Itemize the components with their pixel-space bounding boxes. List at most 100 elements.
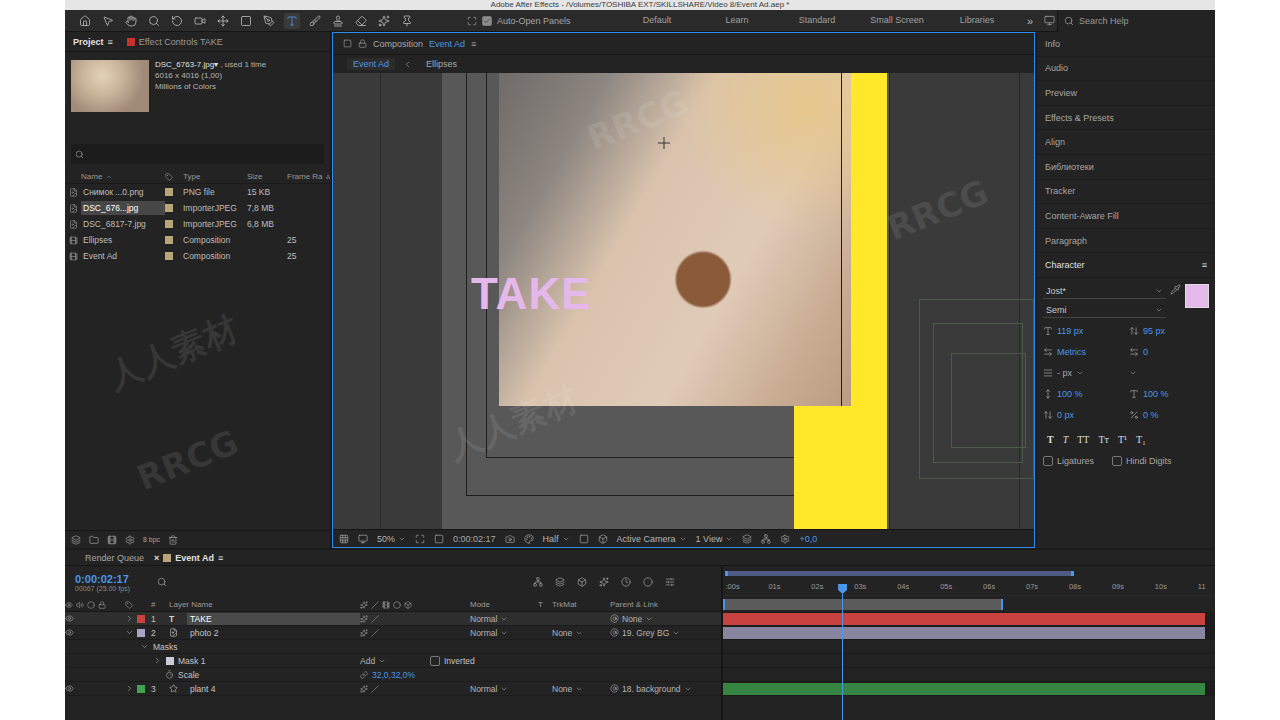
interpret-icon[interactable] — [71, 535, 81, 545]
style-button[interactable]: T¹ — [1118, 434, 1127, 445]
current-time[interactable]: 0:00:02:17 — [453, 534, 496, 544]
panel-header[interactable]: Tracker — [1037, 180, 1215, 205]
kerning[interactable]: Metrics — [1043, 344, 1123, 360]
tool-button[interactable] — [169, 13, 185, 29]
project-item[interactable]: Event AdComposition25 — [65, 248, 330, 264]
mode-dropdown[interactable]: Normal — [470, 628, 508, 638]
layer-name[interactable]: TAKE — [187, 613, 360, 625]
fill-color[interactable] — [1185, 284, 1209, 308]
flowchart-icon[interactable] — [761, 534, 771, 544]
expand-icon[interactable] — [125, 628, 134, 637]
composition-tab[interactable]: CompositionEvent Ad≡ — [333, 33, 1034, 55]
property-group[interactable]: Masks — [65, 640, 721, 654]
mode-dropdown[interactable]: Normal — [470, 684, 508, 694]
parent-dropdown[interactable]: None — [622, 614, 653, 624]
project-item[interactable]: DSC_676...jpgImporterJPEG7,8 MB — [65, 200, 330, 216]
panel-menu[interactable]: ≡ — [1202, 260, 1207, 270]
close-button[interactable]: × — [154, 553, 159, 563]
inverted-checkbox[interactable]: Inverted — [430, 656, 475, 666]
tool-button[interactable] — [284, 13, 300, 29]
mode-dropdown[interactable]: Normal — [470, 614, 508, 624]
workspace-tab[interactable]: Libraries — [937, 15, 1017, 26]
layer-name[interactable]: photo 2 — [187, 627, 360, 639]
panel-header[interactable]: Character≡ — [1037, 253, 1215, 278]
resolution-dropdown[interactable]: Half — [543, 534, 570, 544]
panel-header[interactable]: Preview — [1037, 81, 1215, 106]
auto-open-panels[interactable]: Auto-Open Panels — [467, 16, 617, 26]
eye-icon[interactable] — [65, 614, 74, 623]
preview-icon[interactable] — [358, 534, 368, 544]
camera-dropdown[interactable]: Active Camera — [617, 534, 687, 544]
pickwhip-icon[interactable] — [610, 628, 619, 637]
panel-menu[interactable]: ≡ — [108, 37, 113, 47]
column-header[interactable]: Size — [247, 172, 287, 181]
tool-button[interactable] — [77, 13, 93, 29]
tool-button[interactable] — [307, 13, 323, 29]
panel-toggle[interactable] — [1041, 13, 1057, 29]
tracking[interactable]: 0 — [1129, 344, 1209, 360]
views-dropdown[interactable]: 1 View — [696, 534, 734, 544]
baseline-shift[interactable]: 0 px — [1043, 407, 1123, 423]
tool-button[interactable] — [192, 13, 208, 29]
zoom-dropdown[interactable]: 50% — [377, 534, 406, 544]
tool-button[interactable] — [261, 13, 277, 29]
workspace-tab[interactable]: Default — [617, 15, 697, 26]
label-color[interactable] — [137, 685, 145, 693]
font-style[interactable]: Semi — [1043, 303, 1166, 318]
horizontal-scale[interactable]: 100 % — [1129, 386, 1209, 402]
tool-button[interactable] — [399, 13, 415, 29]
playhead[interactable] — [842, 594, 843, 720]
column-header[interactable]: Frame Ra — [287, 172, 330, 181]
panel-header[interactable]: Align — [1037, 130, 1215, 155]
pickwhip-icon[interactable] — [610, 684, 619, 693]
layer-search[interactable] — [157, 575, 517, 589]
settings-icon[interactable] — [780, 534, 790, 544]
auto-open-checkbox[interactable] — [482, 16, 492, 26]
graph-editor-icon[interactable] — [665, 577, 675, 587]
breadcrumb[interactable]: Event Ad — [347, 58, 395, 70]
flowchart-icon[interactable] — [533, 577, 543, 587]
project-item[interactable]: EllipsesComposition25 — [65, 232, 330, 248]
layer-bar[interactable] — [723, 627, 1205, 639]
option-checkbox[interactable]: Ligatures — [1043, 456, 1094, 466]
layer-row[interactable]: 3plant 4NormalNone18. background — [65, 682, 721, 696]
font-family[interactable]: Jost* — [1043, 284, 1166, 299]
exposure[interactable]: +0,0 — [799, 534, 817, 544]
stroke-type[interactable] — [1129, 365, 1209, 381]
style-button[interactable]: TT — [1077, 434, 1089, 445]
option-checkbox[interactable]: Hindi Digits — [1112, 456, 1172, 466]
tool-button[interactable] — [330, 13, 346, 29]
grid-icon[interactable] — [339, 534, 349, 544]
stroke-width[interactable]: - px — [1043, 365, 1123, 381]
time-ruler[interactable]: :00s01s02s03s04s05s06s07s08s09s10s11 — [723, 580, 1215, 596]
track-matte-dropdown[interactable]: None — [552, 684, 583, 694]
frame-blending-icon[interactable] — [621, 577, 631, 587]
snapshot-icon[interactable] — [505, 534, 515, 544]
parent-dropdown[interactable]: 18. background — [622, 684, 692, 694]
tool-button[interactable] — [376, 13, 392, 29]
shy-icon[interactable] — [599, 577, 609, 587]
project-search[interactable] — [71, 144, 324, 164]
layer-row[interactable]: 1TTAKENormalNone — [65, 612, 721, 626]
style-button[interactable]: T — [1047, 434, 1054, 445]
trash-icon[interactable] — [168, 535, 178, 545]
tsume[interactable]: 0 % — [1129, 407, 1209, 423]
style-button[interactable]: T — [1063, 434, 1069, 445]
project-item[interactable]: Снимок ...0.pngPNG file15 KB — [65, 184, 330, 200]
expand-icon[interactable] — [125, 684, 134, 693]
layers-icon[interactable] — [742, 534, 752, 544]
region-icon[interactable] — [434, 534, 444, 544]
column-header[interactable]: Name — [81, 172, 165, 181]
comp-mini-icon[interactable] — [555, 577, 565, 587]
search-help[interactable]: Search Help — [1057, 10, 1215, 32]
panel-menu[interactable]: ≡ — [218, 553, 223, 563]
timeline-tab[interactable]: ×Event Ad≡ — [154, 553, 223, 563]
eye-icon[interactable] — [65, 684, 74, 693]
column-header[interactable]: Type — [183, 172, 247, 181]
time-navigator[interactable] — [725, 571, 1074, 576]
tool-button[interactable] — [238, 13, 254, 29]
track-matte-dropdown[interactable]: None — [552, 628, 583, 638]
style-button[interactable]: T₁ — [1136, 434, 1146, 445]
layer-row[interactable]: 2photo 2NormalNone19. Grey BG — [65, 626, 721, 640]
workspace-overflow[interactable]: » — [1019, 15, 1041, 27]
